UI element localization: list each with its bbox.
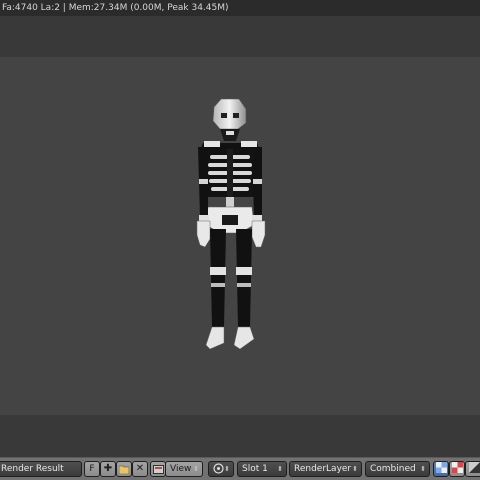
info-status-bar: Fa:4740 La:2 | Mem:27.34M (0.00M, Peak 3… xyxy=(0,0,480,17)
updown-arrows-icon: ⬍ xyxy=(277,465,283,473)
alpha-toggle[interactable] xyxy=(433,461,449,477)
updown-arrows-icon: ⬍ xyxy=(420,465,426,473)
scopes-toggle[interactable] xyxy=(465,461,480,477)
view-menu-label: View xyxy=(170,464,192,474)
render-layer-selector[interactable]: RenderLayer ⬍ xyxy=(289,461,362,477)
render-pass-selector[interactable]: Combined ⬍ xyxy=(365,461,430,477)
pivot-selector[interactable]: ⬍ xyxy=(208,461,234,477)
skeleton-render xyxy=(196,98,266,350)
alpha-icon xyxy=(435,462,447,476)
updown-arrows-icon: ⬍ xyxy=(352,465,358,473)
close-icon[interactable]: ✕ xyxy=(132,461,148,477)
checker-toggle[interactable] xyxy=(449,461,465,477)
slot-label: Slot 1 xyxy=(242,464,268,474)
fake-user-button[interactable]: F xyxy=(84,461,100,477)
render-result-image[interactable] xyxy=(0,57,480,415)
image-name-label: Render Result xyxy=(1,464,64,474)
image-editor-canvas[interactable] xyxy=(0,16,480,457)
image-name-field[interactable]: Render Result xyxy=(0,461,82,477)
scopes-icon xyxy=(468,462,480,476)
render-layer-label: RenderLayer xyxy=(294,464,352,474)
view-menu[interactable]: View ⬍ xyxy=(165,461,203,477)
open-image-icon[interactable] xyxy=(116,461,132,477)
new-image-icon[interactable]: ✚ xyxy=(100,461,116,477)
fake-user-label: F xyxy=(89,463,95,474)
pivot-icon xyxy=(213,463,224,476)
updown-arrows-icon: ⬍ xyxy=(193,465,199,473)
checker-icon xyxy=(451,462,463,476)
scene-statistics: Fa:4740 La:2 | Mem:27.34M (0.00M, Peak 3… xyxy=(2,3,229,13)
render-pass-label: Combined xyxy=(370,464,416,474)
updown-arrows-icon: ⬍ xyxy=(224,465,230,473)
slot-selector[interactable]: Slot 1 ⬍ xyxy=(237,461,287,477)
image-editor-icon[interactable] xyxy=(150,461,166,477)
image-editor-header: Render Result F ✚ ✕ View ⬍ ⬍ Slot 1 ⬍ Re… xyxy=(0,457,480,480)
